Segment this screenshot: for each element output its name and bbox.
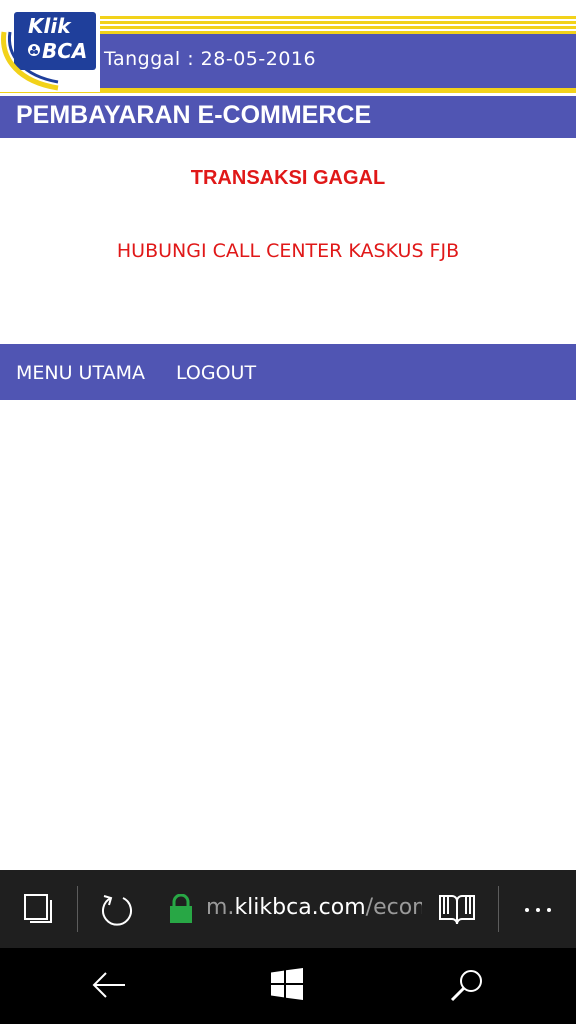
search-icon[interactable] <box>450 968 484 1002</box>
refresh-icon[interactable] <box>99 892 135 928</box>
klikbca-logo: Klik BCA <box>0 0 100 92</box>
url-path: /ecom <box>365 895 422 920</box>
reading-view-icon[interactable] <box>438 892 476 926</box>
menu-utama-link[interactable]: MENU UTAMA <box>16 362 145 384</box>
url-domain: klikbca.com <box>234 895 366 920</box>
toolbar-separator <box>77 886 78 932</box>
date-label: Tanggal : 28-05-2016 <box>104 48 317 70</box>
logout-link[interactable]: LOGOUT <box>176 362 256 384</box>
bca-emblem-icon <box>28 44 40 56</box>
windows-start-icon[interactable] <box>271 968 303 1000</box>
logo-text-bca: BCA <box>42 39 88 63</box>
status-message: HUBUNGI CALL CENTER KASKUS FJB <box>116 240 460 262</box>
logo-text-klik: Klik <box>28 14 71 38</box>
tabs-icon[interactable] <box>24 894 54 926</box>
status-title: TRANSAKSI GAGAL <box>190 167 386 189</box>
more-icon[interactable] <box>524 906 552 914</box>
lock-icon <box>170 894 192 923</box>
address-bar[interactable]: m.klikbca.com/ecom <box>206 895 422 925</box>
back-icon[interactable] <box>92 970 126 1000</box>
url-prefix: m. <box>206 895 235 920</box>
page-title: PEMBAYARAN E-COMMERCE <box>16 101 372 129</box>
toolbar-separator <box>498 886 499 932</box>
